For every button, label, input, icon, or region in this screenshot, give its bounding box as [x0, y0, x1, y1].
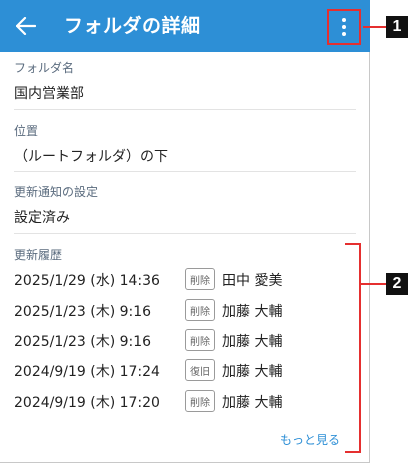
- more-vertical-icon: [342, 18, 346, 36]
- show-more-link[interactable]: もっと見る: [280, 431, 340, 448]
- folder-name-value: 国内営業部: [14, 86, 84, 102]
- history-row: 2025/1/23 (木) 9:16 削除 加藤 大輔: [14, 299, 314, 323]
- page-title: フォルダの詳細: [64, 15, 201, 37]
- arrow-left-icon: [16, 17, 36, 35]
- history-date: 2024/9/19 (木) 17:20: [14, 395, 160, 411]
- callout-2-bracket: [345, 243, 361, 453]
- location-section: 位置 （ルートフォルダ）の下: [14, 110, 356, 172]
- history-row: 2025/1/23 (木) 9:16 削除 加藤 大輔: [14, 329, 314, 353]
- history-row: 2024/9/19 (木) 17:24 復旧 加藤 大輔: [14, 359, 314, 383]
- callout-1-marker: 1: [386, 16, 408, 38]
- folder-name-label: フォルダ名: [14, 61, 75, 75]
- history-user: 田中 愛美: [222, 273, 283, 289]
- history-action-badge: 復旧: [185, 359, 215, 381]
- history-action-badge: 削除: [185, 299, 215, 321]
- notification-value: 設定済み: [14, 210, 70, 226]
- callout-2-marker: 2: [386, 273, 408, 295]
- history-action-badge: 削除: [185, 329, 215, 351]
- callout-1-line: [363, 26, 386, 28]
- phone-screen: フォルダの詳細 フォルダ名 国内営業部 位置 （ルートフォルダ）の下 更新通知の…: [0, 0, 370, 463]
- location-label: 位置: [14, 124, 39, 138]
- history-row: 2024/9/19 (木) 17:20 削除 加藤 大輔: [14, 390, 314, 414]
- history-action-badge: 削除: [185, 390, 215, 412]
- notification-label: 更新通知の設定: [14, 185, 99, 199]
- back-button[interactable]: [12, 12, 40, 40]
- history-date: 2025/1/23 (木) 9:16: [14, 334, 152, 350]
- history-date: 2025/1/23 (木) 9:16: [14, 304, 152, 320]
- history-date: 2024/9/19 (木) 17:24: [14, 364, 160, 380]
- more-menu-button[interactable]: [327, 9, 361, 45]
- callout-2-line: [361, 283, 386, 285]
- history-user: 加藤 大輔: [222, 304, 283, 320]
- location-value: （ルートフォルダ）の下: [14, 149, 168, 165]
- history-date: 2025/1/29 (水) 14:36: [14, 273, 160, 289]
- history-row: 2025/1/29 (水) 14:36 削除 田中 愛美: [14, 268, 314, 292]
- history-action-badge: 削除: [185, 268, 215, 290]
- notification-section: 更新通知の設定 設定済み: [14, 172, 356, 234]
- history-label: 更新履歴: [14, 248, 63, 262]
- history-user: 加藤 大輔: [222, 395, 283, 411]
- history-user: 加藤 大輔: [222, 334, 283, 350]
- app-bar: フォルダの詳細: [0, 0, 370, 52]
- history-user: 加藤 大輔: [222, 364, 283, 380]
- folder-name-section: フォルダ名 国内営業部: [14, 52, 356, 110]
